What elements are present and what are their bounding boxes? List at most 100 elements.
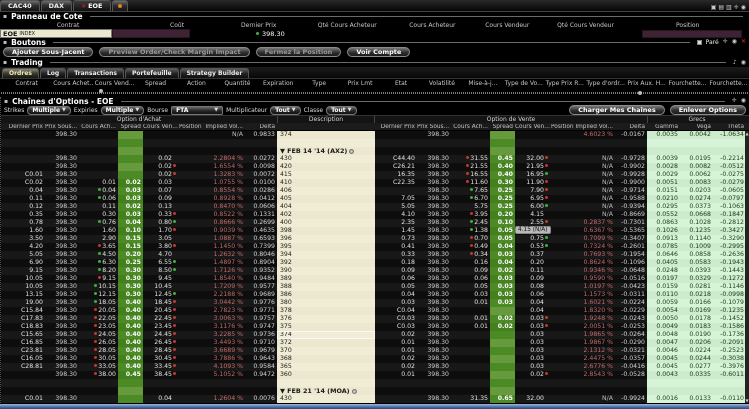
put-spread-cell[interactable] xyxy=(490,147,515,155)
put-last-cell[interactable] xyxy=(375,147,417,155)
put-spread-cell[interactable]: 0.30 xyxy=(490,179,515,187)
strike-cell[interactable]: 388 xyxy=(277,283,375,291)
strike-cell[interactable]: 392 xyxy=(277,259,375,267)
call-ask-cell[interactable]: 0.33 xyxy=(143,211,179,219)
call-spread-cell[interactable] xyxy=(118,387,143,395)
trading-col-prix-aux-h-15[interactable]: Prix Aux. H... xyxy=(626,80,667,87)
call-bid-cell[interactable] xyxy=(79,155,118,163)
call-bid-cell[interactable]: 2.90 xyxy=(79,235,118,243)
call-last-cell[interactable]: C0.01 xyxy=(1,171,45,179)
trading-col-type-d-ordr-14[interactable]: Type d'ordr... xyxy=(585,80,626,87)
put-spread-cell[interactable]: 0.65 xyxy=(490,395,515,403)
call-spread-cell[interactable] xyxy=(118,147,143,155)
call-bid-cell[interactable]: 33.05 xyxy=(79,363,118,371)
greek-col-theta[interactable]: Theta xyxy=(713,124,746,130)
call-bid-cell[interactable]: 20.05 xyxy=(79,307,118,315)
call-bid-cell[interactable]: 28.05 xyxy=(79,347,118,355)
call-spread-cell[interactable]: 0.40 xyxy=(118,307,143,315)
pin-icon[interactable]: ✛ xyxy=(732,98,737,104)
splitter-handle[interactable] xyxy=(638,91,642,95)
put-spread-cell[interactable] xyxy=(490,363,515,371)
strike-cell[interactable]: 406 xyxy=(277,187,375,195)
call-last-cell[interactable]: 10.05 xyxy=(1,275,45,283)
call-bid-cell[interactable]: 0.01 xyxy=(79,179,118,187)
call-ask-cell[interactable]: 4.70 xyxy=(143,251,179,259)
call-ask-cell[interactable]: 24.45 xyxy=(143,331,179,339)
put-spread-cell[interactable]: 0.10 xyxy=(490,219,515,227)
put-ask-cell[interactable]: 0.03 xyxy=(515,323,551,331)
preview-order-check-margin-impact-button[interactable]: Preview Order/Check Margin Impact xyxy=(99,47,249,57)
call-ask-cell[interactable] xyxy=(143,379,179,387)
call-bid-cell[interactable]: 0.30 xyxy=(79,211,118,219)
put-last-cell[interactable] xyxy=(375,379,417,387)
trading-col-quantit-5[interactable]: Quantité xyxy=(217,80,258,87)
call-bid-cell[interactable]: 10.15 xyxy=(79,283,118,291)
call-bid-cell[interactable]: 0.11 xyxy=(79,203,118,211)
call-bid-cell[interactable] xyxy=(79,395,118,403)
call-bid-cell[interactable] xyxy=(79,379,118,387)
call-ask-cell[interactable]: 9.45 xyxy=(143,275,179,283)
put-ask-cell[interactable]: 0.02 xyxy=(515,371,551,379)
call-col-prix-sous[interactable]: Prix Sous... xyxy=(45,124,79,130)
strike-cell[interactable]: 415 xyxy=(277,171,375,179)
call-ask-cell[interactable]: 3.80 xyxy=(143,243,179,251)
trading-col-type-de-vo-12[interactable]: Type de Vo... xyxy=(503,80,544,87)
call-spread-cell[interactable] xyxy=(118,395,143,403)
put-last-cell[interactable]: 0.41 xyxy=(375,243,417,251)
new-tab-button[interactable] xyxy=(112,0,128,11)
put-spread-cell[interactable]: 0.45 xyxy=(490,155,515,163)
put-spread-cell[interactable]: 0.02 xyxy=(490,267,515,275)
strike-cell[interactable]: 365 xyxy=(277,363,375,371)
call-last-cell[interactable]: C0.02 xyxy=(1,179,45,187)
put-spread-cell[interactable]: 0.03 xyxy=(490,299,515,307)
put-ask-cell[interactable]: 0.20 xyxy=(515,259,551,267)
put-last-cell[interactable]: 0.05 xyxy=(375,283,417,291)
strike-cell[interactable]: 378 xyxy=(277,307,375,315)
call-ask-cell[interactable] xyxy=(143,139,179,147)
call-last-cell[interactable]: C18.83 xyxy=(1,323,45,331)
call-col-cours-ven[interactable]: Cours Ven... xyxy=(143,124,179,130)
put-spread-cell[interactable]: 0.04 xyxy=(490,259,515,267)
collapse-icon[interactable]: ▪ xyxy=(4,98,8,105)
call-ask-cell[interactable]: 0.13 xyxy=(143,203,179,211)
call-spread-cell[interactable]: 0.02 xyxy=(118,203,143,211)
call-spread-cell[interactable]: 0.40 xyxy=(118,323,143,331)
put-last-cell[interactable]: 0.06 xyxy=(375,275,417,283)
call-spread-cell[interactable]: 0.45 xyxy=(118,371,143,379)
put-bid-cell[interactable]: 0.01 xyxy=(451,315,490,323)
call-spread-cell[interactable]: 0.15 xyxy=(118,235,143,243)
call-spread-cell[interactable]: 0.03 xyxy=(118,195,143,203)
put-ask-cell[interactable]: 0.06 xyxy=(515,291,551,299)
call-spread-cell[interactable]: 0.40 xyxy=(118,299,143,307)
call-spread-cell[interactable]: 0.40 xyxy=(118,363,143,371)
call-bid-cell[interactable]: 0.76 xyxy=(79,219,118,227)
call-col-cours-ach[interactable]: Cours Ach... xyxy=(79,124,118,130)
trading-col-type-7[interactable]: Type xyxy=(299,80,340,87)
put-last-cell[interactable] xyxy=(375,139,417,147)
close-tab-icon[interactable]: ✕ xyxy=(81,3,86,10)
pin-icon[interactable]: ✛ xyxy=(734,5,739,11)
put-bid-cell[interactable] xyxy=(451,371,490,379)
call-ask-cell[interactable]: 0.09 xyxy=(143,195,179,203)
call-spread-cell[interactable] xyxy=(118,139,143,147)
strike-cell[interactable]: 390 xyxy=(277,267,375,275)
strike-cell[interactable]: 396 xyxy=(277,235,375,243)
put-last-cell[interactable]: C22.35 xyxy=(375,179,417,187)
put-last-cell[interactable] xyxy=(375,395,417,403)
strike-cell[interactable]: 400 xyxy=(277,219,375,227)
call-bid-cell[interactable]: 24.05 xyxy=(79,331,118,339)
put-bid-cell[interactable] xyxy=(451,363,490,371)
put-ask-cell[interactable] xyxy=(515,139,551,147)
put-bid-cell[interactable]: 0.01 xyxy=(451,323,490,331)
strike-cell[interactable]: 404 xyxy=(277,203,375,211)
put-spread-cell[interactable]: 0.02 xyxy=(490,315,515,323)
trading-col-expiration-6[interactable]: Expiration xyxy=(258,80,299,87)
strike-cell[interactable]: 368 xyxy=(277,355,375,363)
put-spread-cell[interactable] xyxy=(490,139,515,147)
filter-bourse-dropdown[interactable]: FTA▼ xyxy=(171,106,223,115)
call-spread-cell[interactable]: 0.30 xyxy=(118,267,143,275)
call-ask-cell[interactable]: 0.02 xyxy=(143,163,179,171)
call-bid-cell[interactable]: 0.06 xyxy=(79,195,118,203)
call-bid-cell[interactable]: 22.05 xyxy=(79,315,118,323)
call-bid-cell[interactable]: 4.50 xyxy=(79,251,118,259)
